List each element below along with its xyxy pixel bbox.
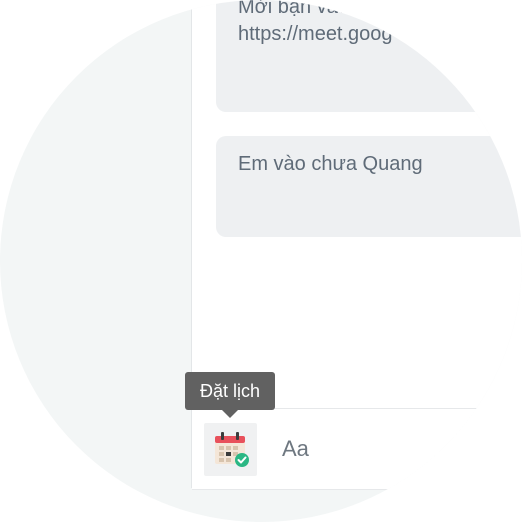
schedule-tooltip: Đặt lịch: [185, 372, 275, 410]
message-input[interactable]: Aa: [282, 436, 309, 462]
message-link[interactable]: https://meet.goog: [238, 21, 514, 48]
calendar-check-icon: [214, 431, 249, 467]
tooltip-arrow: [222, 410, 238, 418]
schedule-button[interactable]: [204, 423, 257, 476]
background-circle: Mời bạn vào https://meet.goog Em vào chư…: [0, 0, 522, 522]
composer-bar: Aa: [192, 408, 477, 490]
message-bubble: Em vào chưa Quang: [216, 136, 522, 237]
screen: Mời bạn vào https://meet.goog Em vào chư…: [0, 0, 522, 522]
message-bubble: Mời bạn vào https://meet.goog: [216, 0, 522, 112]
chat-panel: Mời bạn vào https://meet.goog Em vào chư…: [191, 0, 522, 490]
message-text: Em vào chưa Quang: [238, 153, 423, 175]
message-text: Mời bạn vào: [238, 0, 349, 18]
